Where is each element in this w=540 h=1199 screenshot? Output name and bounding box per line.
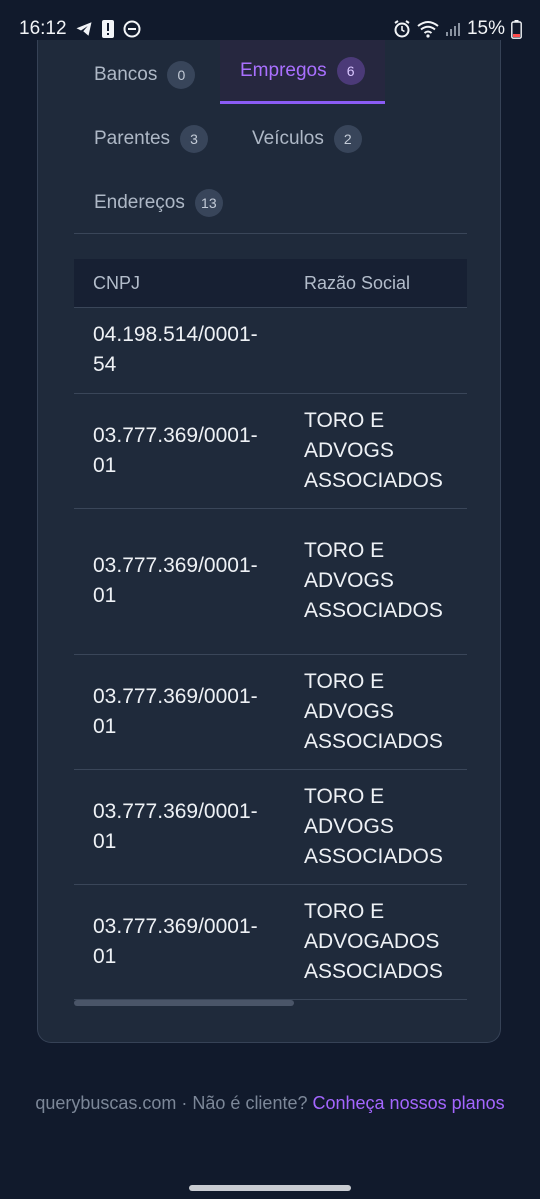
cnpj-line: 03.777.369/0001-: [93, 915, 258, 938]
tabs-divider: [74, 233, 467, 234]
count-badge: 2: [333, 125, 362, 153]
status-time: 16:12: [19, 18, 67, 39]
razao-line: TORO E: [304, 785, 385, 808]
razao-line: ADVOGS: [304, 815, 394, 838]
razao-line: ASSOCIADOS: [304, 960, 443, 983]
table-row: 04.198.514/0001- 54: [74, 308, 467, 394]
tab-label: Parentes: [94, 128, 171, 149]
cnpj-line: 04.198.514/0001-: [93, 323, 258, 346]
tab-bancos[interactable]: Bancos 0: [94, 43, 196, 107]
do-not-disturb-icon: [123, 20, 141, 38]
alert-icon: [101, 19, 115, 39]
tab-empregos[interactable]: Empregos 6: [220, 40, 385, 104]
razao-line: ADVOGS: [304, 439, 394, 462]
razao-line: ASSOCIADOS: [304, 469, 443, 492]
table-row: 03.777.369/0001- 01 TORO E ADVOGS ASSOCI…: [74, 509, 467, 655]
horizontal-scrollbar[interactable]: [74, 1000, 467, 1006]
cnpj-line: 01: [93, 715, 117, 738]
cnpj-line: 03.777.369/0001-: [93, 424, 258, 447]
razao-social-cell: TORO E ADVOGS ASSOCIADOS: [304, 782, 464, 872]
razao-line: ADVOGADOS: [304, 930, 440, 953]
cnpj-line: 01: [93, 830, 117, 853]
cnpj-cell: 03.777.369/0001- 01: [93, 797, 283, 857]
scrollbar-thumb[interactable]: [74, 1000, 294, 1006]
cnpj-line: 01: [93, 584, 117, 607]
razao-line: ADVOGS: [304, 569, 394, 592]
razao-social-cell: TORO E ADVOGS ASSOCIADOS: [304, 667, 464, 757]
cnpj-cell: 03.777.369/0001- 01: [93, 682, 283, 742]
empregos-table[interactable]: CNPJ Razão Social 04.198.514/0001- 54 03…: [74, 259, 467, 1008]
tab-enderecos[interactable]: Endereços 13: [94, 171, 223, 235]
cnpj-line: 01: [93, 945, 117, 968]
wifi-icon: [417, 20, 439, 38]
telegram-icon: [75, 20, 93, 38]
cnpj-line: 03.777.369/0001-: [93, 554, 258, 577]
column-header-cnpj: CNPJ: [93, 273, 141, 293]
razao-line: ASSOCIADOS: [304, 845, 443, 868]
cnpj-cell: 04.198.514/0001- 54: [93, 320, 283, 380]
razao-line: TORO E: [304, 539, 385, 562]
cnpj-line: 03.777.369/0001-: [93, 685, 258, 708]
footer-text: querybuscas.com · Não é cliente?: [35, 1093, 308, 1113]
battery-icon: [511, 19, 522, 39]
count-badge: 13: [194, 189, 223, 217]
table-header: CNPJ Razão Social: [74, 259, 467, 308]
table-row: 03.777.369/0001- 01 TORO E ADVOGS ASSOCI…: [74, 655, 467, 770]
razao-line: ADVOGS: [304, 700, 394, 723]
cnpj-line: 03.777.369/0001-: [93, 800, 258, 823]
count-badge: 3: [180, 125, 209, 153]
tab-veiculos[interactable]: Veículos 2: [252, 107, 362, 171]
cnpj-cell: 03.777.369/0001- 01: [93, 421, 283, 481]
razao-social-cell: TORO E ADVOGADOS ASSOCIADOS: [304, 897, 464, 987]
plans-link[interactable]: Conheça nossos planos: [313, 1093, 505, 1113]
tab-parentes[interactable]: Parentes 3: [94, 107, 209, 171]
footer: querybuscas.com · Não é cliente? Conheça…: [30, 1091, 510, 1115]
tab-label: Bancos: [94, 64, 158, 85]
razao-line: TORO E: [304, 409, 385, 432]
table-row: 03.777.369/0001- 01 TORO E ADVOGS ASSOCI…: [74, 394, 467, 509]
cnpj-cell: 03.777.369/0001- 01: [93, 551, 283, 611]
table-row: 03.777.369/0001- 01 TORO E ADVOGS ASSOCI…: [74, 770, 467, 885]
cnpj-line: 54: [93, 353, 117, 376]
razao-line: TORO E: [304, 670, 385, 693]
home-indicator[interactable]: [189, 1185, 351, 1191]
razao-line: ASSOCIADOS: [304, 599, 443, 622]
razao-line: ASSOCIADOS: [304, 730, 443, 753]
column-header-razao-social: Razão Social: [304, 273, 411, 293]
count-badge: 0: [167, 61, 196, 89]
alarm-icon: [393, 20, 411, 38]
results-card: Bancos 0 Empregos 6 Parentes 3 Veículos …: [37, 40, 501, 1043]
battery-percentage: 15%: [466, 18, 505, 39]
signal-icon: [445, 21, 461, 37]
razao-line: TORO E: [304, 900, 385, 923]
tab-label: Endereços: [94, 192, 185, 213]
count-badge: 6: [336, 56, 365, 85]
cnpj-line: 01: [93, 454, 117, 477]
tab-label: Veículos: [252, 128, 324, 149]
table-row: 03.777.369/0001- 01 TORO E ADVOGADOS ASS…: [74, 885, 467, 1000]
razao-social-cell: TORO E ADVOGS ASSOCIADOS: [304, 536, 464, 626]
tab-label: Empregos: [240, 59, 327, 81]
cnpj-cell: 03.777.369/0001- 01: [93, 912, 283, 972]
razao-social-cell: TORO E ADVOGS ASSOCIADOS: [304, 406, 464, 496]
